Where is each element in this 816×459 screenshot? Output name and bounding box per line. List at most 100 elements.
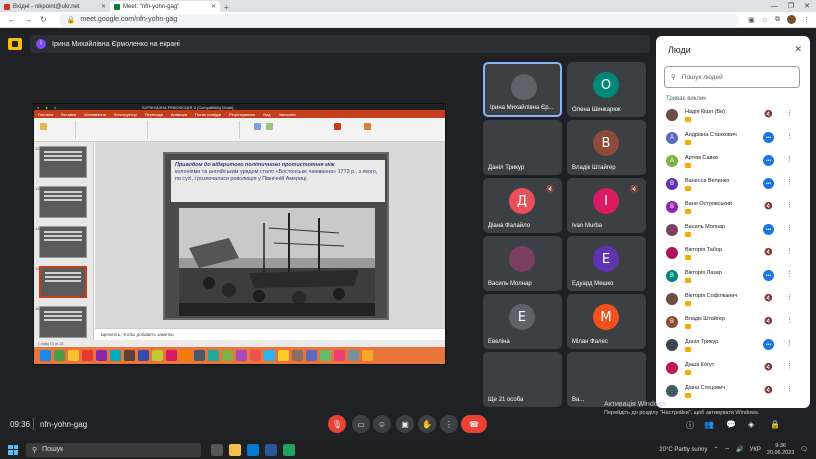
host-controls-icon[interactable]: 🔒 [770, 420, 780, 429]
speaking-icon[interactable]: ••• [763, 132, 774, 143]
people-list-item[interactable]: B Ваня Островський 🔇 ⋮ [656, 198, 810, 220]
people-list-item[interactable]: A Андріана Станкович ••• ⋮ [656, 129, 810, 151]
tab-mail[interactable]: Вхідні - nikpoint@ukr.net ✕ [0, 1, 110, 12]
speaking-icon[interactable]: ••• [763, 155, 774, 166]
windows-start-icon[interactable] [8, 444, 18, 455]
more-options-icon[interactable]: ⋮ [786, 178, 793, 186]
more-options-icon[interactable]: ⋮ [786, 155, 793, 163]
present-icon[interactable]: ▣ [396, 415, 414, 433]
chevron-up-icon[interactable]: ⌃ [713, 446, 718, 453]
more-options-icon[interactable]: ⋮ [786, 362, 793, 370]
info-icon[interactable]: ⓘ [686, 420, 694, 431]
more-options-icon[interactable]: ⋮ [786, 132, 793, 140]
dock-app-icon[interactable] [292, 350, 303, 361]
people-search-input[interactable]: ⚲ Пошук людей [664, 66, 800, 88]
camera-icon[interactable]: ▭ [352, 415, 370, 433]
participant-tile[interactable]: В Владік Штайгер [567, 120, 646, 175]
close-icon[interactable]: ✕ [101, 3, 106, 10]
ribbon-tab[interactable]: Конструктор [114, 112, 137, 117]
participant-tile[interactable]: Д 🔇 Діана Фалайло [483, 178, 562, 233]
more-options-icon[interactable]: ⋮ [786, 293, 793, 301]
ribbon-tab[interactable]: Вставка [61, 112, 76, 117]
people-list-item[interactable]: Надія Кішл (Ви) 🔇 ⋮ [656, 106, 810, 128]
dock-app-icon[interactable] [138, 350, 149, 361]
microphone-off-icon[interactable]: 🔇 [764, 110, 773, 118]
taskbar-search[interactable]: ⚲ Пошук [26, 442, 201, 457]
network-icon[interactable]: ⌔ [724, 446, 730, 454]
people-list-item[interactable]: A Артем Савко ••• ⋮ [656, 152, 810, 174]
url-field[interactable]: 🔒 meet.google.com/nfn-yohn-gag [58, 13, 739, 26]
dock-app-icon[interactable] [334, 350, 345, 361]
more-options-icon[interactable]: ⋮ [786, 201, 793, 209]
notes-field[interactable]: Щелкніть, чтобы добавить заметки [95, 328, 445, 340]
volume-icon[interactable]: 🔊 [736, 446, 743, 453]
people-icon[interactable]: 👥 [704, 420, 714, 429]
captions-icon[interactable]: ☺ [373, 415, 391, 433]
forward-icon[interactable]: → [24, 15, 32, 24]
people-list-item[interactable]: B Владік Штайгер 🔇 ⋮ [656, 313, 810, 335]
more-options-icon[interactable]: ⋮ [786, 247, 793, 255]
dock-app-icon[interactable] [82, 350, 93, 361]
notifications-icon[interactable]: 🗨 [800, 446, 808, 453]
file-explorer-icon[interactable] [229, 443, 241, 456]
task-view-icon[interactable] [211, 443, 223, 456]
ribbon-tab[interactable]: Анімація [171, 112, 187, 117]
chrome-icon[interactable] [283, 443, 295, 456]
more-options-icon[interactable]: ⋮ [440, 415, 458, 433]
dock-app-icon[interactable] [152, 350, 163, 361]
microphone-off-icon[interactable]: 🔇 [764, 386, 773, 394]
participant-tile[interactable]: Ірина Михайлівна Єр... [483, 62, 562, 117]
slide-thumbnail[interactable] [39, 146, 87, 178]
more-options-icon[interactable]: ⋮ [786, 224, 793, 232]
dock-app-icon[interactable] [236, 350, 247, 361]
clock[interactable]: 9:36 20.06.2023 [767, 443, 795, 457]
dock-app-icon[interactable] [208, 350, 219, 361]
dock-app-icon[interactable] [362, 350, 373, 361]
close-icon[interactable]: ✕ [211, 3, 216, 10]
reload-icon[interactable]: ↻ [40, 15, 47, 24]
dock-app-icon[interactable] [110, 350, 121, 361]
slide-thumbnail[interactable] [39, 186, 87, 218]
dock-app-icon[interactable] [68, 350, 79, 361]
speaking-icon[interactable]: ••• [763, 270, 774, 281]
more-options-icon[interactable]: ⋮ [786, 270, 793, 278]
maximize-icon[interactable]: ❐ [788, 2, 794, 10]
extensions-icon[interactable]: ⧉ [775, 16, 780, 24]
activities-icon[interactable]: ◈ [748, 420, 754, 429]
ribbon-tab[interactable]: Малювання [84, 112, 106, 117]
dock-app-icon[interactable] [124, 350, 135, 361]
participant-tile[interactable]: Василь Молнар [483, 236, 562, 291]
microphone-off-icon[interactable]: 🔇 [764, 363, 773, 371]
people-list-item[interactable]: Василь Молнар ••• ⋮ [656, 221, 810, 243]
participant-tile[interactable]: Е Евеліна [483, 294, 562, 349]
participant-tile[interactable]: О Олена Шинкарюк [567, 62, 646, 117]
ribbon-tab[interactable]: Рецензування [229, 112, 255, 117]
people-list-item[interactable]: B Вікторія Лазар ••• ⋮ [656, 267, 810, 289]
dock-app-icon[interactable] [306, 350, 317, 361]
participant-tile[interactable]: Е Едуард Мешко [567, 236, 646, 291]
dock-app-icon[interactable] [194, 350, 205, 361]
dock-app-icon[interactable] [250, 350, 261, 361]
speaking-icon[interactable]: ••• [763, 224, 774, 235]
more-options-icon[interactable]: ⋮ [786, 339, 793, 347]
participant-tile[interactable]: Даніл Трикур [483, 120, 562, 175]
ribbon-tab[interactable]: Показ слайдів [195, 112, 221, 117]
speaking-icon[interactable]: ••• [763, 339, 774, 350]
dock-app-icon[interactable] [40, 350, 51, 361]
weather-text[interactable]: 20°C Partly sunny [659, 447, 707, 453]
people-list-item[interactable]: Даніл Трикур ••• ⋮ [656, 336, 810, 358]
people-list-item[interactable]: B Ванесса Велинко ••• ⋮ [656, 175, 810, 197]
people-list-item[interactable]: Вікторія Табор 🔇 ⋮ [656, 244, 810, 266]
leave-call-button[interactable]: ☎ [461, 415, 487, 433]
close-icon[interactable]: ✕ [794, 44, 802, 55]
slide-thumbnail[interactable] [39, 306, 87, 338]
back-icon[interactable]: ← [8, 15, 16, 24]
word-icon[interactable] [265, 443, 277, 456]
dock-app-icon[interactable] [54, 350, 65, 361]
language-indicator[interactable]: УКР [750, 447, 761, 453]
more-options-icon[interactable]: ⋮ [786, 316, 793, 324]
people-list-item[interactable]: Даша Когут 🔇 ⋮ [656, 359, 810, 381]
microphone-off-icon[interactable]: 🎙 [328, 415, 346, 433]
dock-app-icon[interactable] [278, 350, 289, 361]
slide-thumbnail[interactable] [39, 266, 87, 298]
